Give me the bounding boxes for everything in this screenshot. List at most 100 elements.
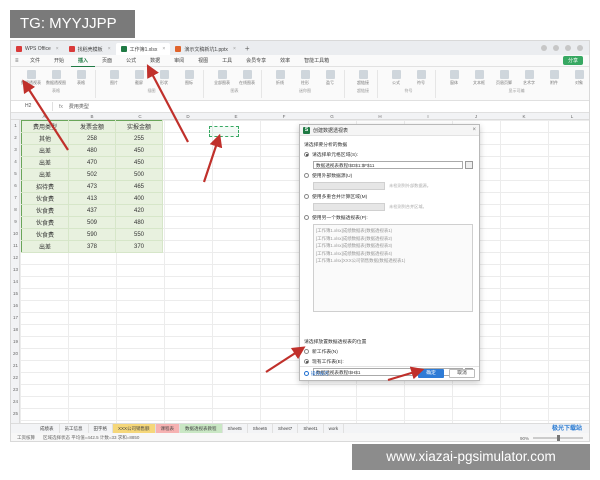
ribbon-button[interactable]: 文本框: [469, 70, 489, 86]
column-header[interactable]: B: [68, 113, 116, 120]
menu-tab-5[interactable]: 审阅: [167, 55, 191, 67]
row-header[interactable]: 8: [11, 207, 20, 212]
list-item[interactable]: [工作簿1.xlsx]成绩数据表(数据透视表4): [316, 250, 470, 258]
ribbon-button[interactable]: 图标: [179, 70, 199, 86]
ribbon-button[interactable]: 表格: [71, 70, 91, 86]
radio-new-sheet[interactable]: 新工作表(N): [304, 348, 475, 355]
row-header[interactable]: 24: [11, 399, 20, 404]
table-cell[interactable]: 500: [115, 168, 163, 181]
table-cell[interactable]: 450: [115, 144, 163, 157]
ribbon-button[interactable]: 形状: [154, 70, 174, 86]
minimize-icon[interactable]: [553, 45, 559, 51]
share-button[interactable]: 分享: [562, 56, 583, 65]
table-cell[interactable]: 480: [68, 144, 116, 157]
ribbon-button[interactable]: 全部图表: [212, 70, 232, 86]
table-cell[interactable]: 255: [115, 132, 163, 145]
close-window-icon[interactable]: [577, 45, 583, 51]
radio-multi-range[interactable]: 使用多重合并计算区域(M): [304, 193, 475, 200]
radio-on-icon[interactable]: [304, 359, 309, 364]
ribbon-button[interactable]: 公式: [386, 70, 406, 86]
ribbon-button[interactable]: 数据透视表: [21, 70, 41, 86]
table-cell[interactable]: 其他: [21, 132, 69, 145]
column-header[interactable]: I: [404, 113, 452, 120]
menu-tab-4[interactable]: 数据: [143, 55, 167, 67]
column-header[interactable]: E: [212, 113, 260, 120]
maximize-icon[interactable]: [565, 45, 571, 51]
table-cell[interactable]: 370: [115, 240, 163, 253]
user-avatar-icon[interactable]: [541, 45, 547, 51]
table-header-cell[interactable]: 费用类型: [21, 120, 69, 133]
table-cell[interactable]: 590: [68, 228, 116, 241]
table-cell[interactable]: 420: [115, 204, 163, 217]
ribbon-button[interactable]: 盈亏: [320, 70, 340, 86]
table-cell[interactable]: 378: [68, 240, 116, 253]
column-header[interactable]: G: [308, 113, 356, 120]
ok-button[interactable]: 确定: [418, 369, 444, 378]
row-header[interactable]: 17: [11, 315, 20, 320]
row-header[interactable]: 3: [11, 147, 20, 152]
sheet-tab[interactable]: Sheet5: [223, 423, 248, 434]
row-header[interactable]: 15: [11, 291, 20, 296]
menu-tab-2[interactable]: 页面: [95, 55, 119, 67]
row-header[interactable]: 6: [11, 183, 20, 188]
table-header-cell[interactable]: 实报金额: [115, 120, 163, 133]
menu-tab-8[interactable]: 会员专享: [239, 55, 273, 67]
column-header[interactable]: K: [500, 113, 548, 120]
zoom-slider[interactable]: [533, 435, 583, 441]
close-tab-icon[interactable]: ×: [162, 46, 165, 52]
menu-tab-0[interactable]: 开始: [47, 55, 71, 67]
radio-off-icon[interactable]: [304, 215, 309, 220]
file-tab[interactable]: 找稻壳模板 ×: [64, 43, 116, 55]
table-cell[interactable]: 258: [68, 132, 116, 145]
menu-tab-1[interactable]: 插入: [71, 55, 96, 67]
table-cell[interactable]: 465: [115, 180, 163, 193]
list-item[interactable]: [工作簿1.xlsx]成绩数据表(数据透视表3): [316, 242, 470, 250]
row-header[interactable]: 23: [11, 387, 20, 392]
table-cell[interactable]: 伙食费: [21, 228, 69, 241]
sheet-tab[interactable]: XXX公司销售额: [113, 423, 156, 434]
sheet-tab[interactable]: Sheet1: [298, 423, 324, 434]
table-cell[interactable]: 502: [68, 168, 116, 181]
radio-off-icon[interactable]: [304, 349, 309, 354]
cancel-button[interactable]: 取消: [449, 369, 475, 378]
row-header[interactable]: 14: [11, 279, 20, 284]
pivot-table-list[interactable]: [工作簿1.xlsx]成绩数据表(数据透视表1) [工作簿1.xlsx]成绩数据表…: [313, 224, 473, 312]
radio-on-icon[interactable]: [304, 152, 309, 157]
table-cell[interactable]: 出差: [21, 144, 69, 157]
sheet-tab[interactable]: 员工信息: [60, 423, 89, 434]
sheet-tab[interactable]: 成绩表: [35, 423, 60, 434]
range-picker-icon[interactable]: [465, 161, 473, 169]
sheet-tab[interactable]: 田字格: [89, 423, 113, 434]
table-cell[interactable]: 550: [115, 228, 163, 241]
row-header[interactable]: 5: [11, 171, 20, 176]
ribbon-button[interactable]: 柱形: [295, 70, 315, 86]
row-header[interactable]: 19: [11, 339, 20, 344]
radio-existing-sheet[interactable]: 现有工作表(E):: [304, 358, 475, 365]
table-cell[interactable]: 450: [115, 156, 163, 169]
table-cell[interactable]: 伙食费: [21, 192, 69, 205]
row-header[interactable]: 1: [11, 123, 20, 128]
close-tab-icon[interactable]: ×: [233, 46, 236, 52]
ribbon-button[interactable]: 窗体: [444, 70, 464, 86]
menu-tab-10[interactable]: 智能工具箱: [297, 55, 336, 67]
selected-cell-h2[interactable]: [209, 126, 239, 137]
table-cell[interactable]: 470: [68, 156, 116, 169]
menu-tab-3[interactable]: 公式: [119, 55, 143, 67]
row-header[interactable]: 20: [11, 351, 20, 356]
column-header[interactable]: H: [356, 113, 404, 120]
table-cell[interactable]: 出差: [21, 156, 69, 169]
ribbon-button[interactable]: 页眉页脚: [494, 70, 514, 86]
file-tab[interactable]: 演示文稿新坑1.pptx ×: [170, 43, 241, 55]
row-header[interactable]: 4: [11, 159, 20, 164]
sheet-tab[interactable]: 课程表: [155, 423, 181, 434]
list-item[interactable]: [工作簿1.xlsx]XXX公司销售数据(数据透视表1): [316, 257, 470, 265]
ribbon-button[interactable]: 截屏: [129, 70, 149, 86]
sheet-tab[interactable]: Sheet6: [248, 423, 274, 434]
row-header[interactable]: 21: [11, 363, 20, 368]
list-item[interactable]: [工作簿1.xlsx]成绩数据表(数据透视表1): [316, 227, 470, 235]
ribbon-button[interactable]: 超链接: [353, 70, 373, 86]
menu-tab-9[interactable]: 效率: [273, 55, 297, 67]
table-cell[interactable]: 400: [115, 192, 163, 205]
row-header[interactable]: 7: [11, 195, 20, 200]
table-cell[interactable]: 437: [68, 204, 116, 217]
